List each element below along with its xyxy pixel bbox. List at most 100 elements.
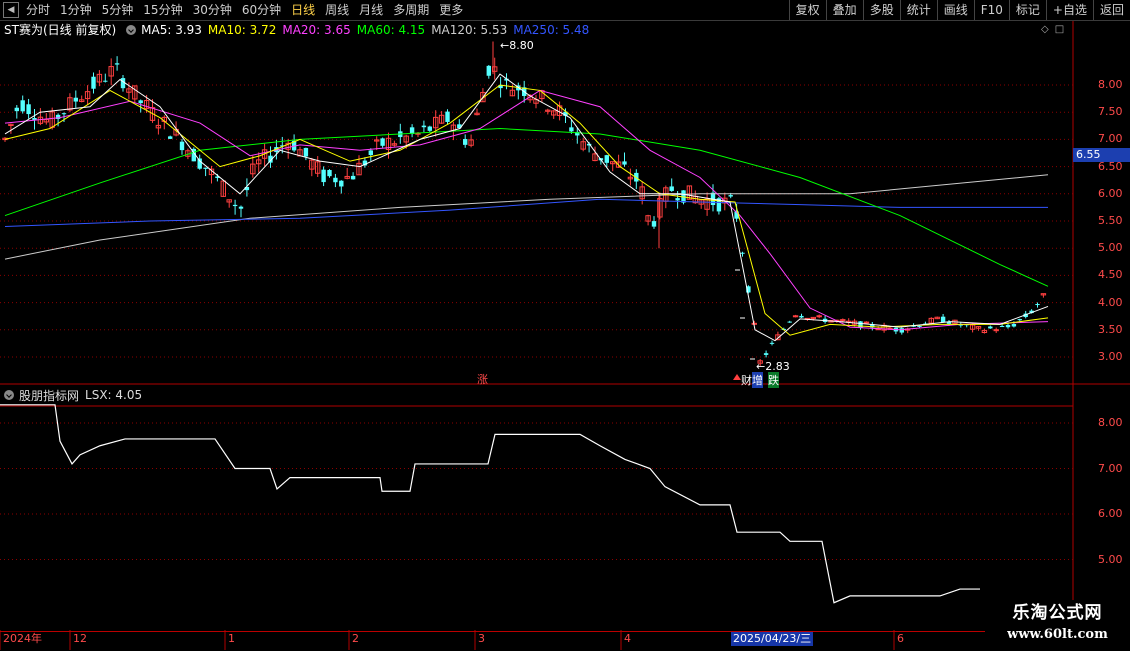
- candle-body-down: [14, 107, 19, 112]
- ma-legend-item-4: MA120: 5.53: [431, 23, 508, 37]
- candle-body-down: [669, 186, 674, 191]
- candle-body-down: [138, 100, 143, 104]
- current-date-label: 2025/04/23/三: [731, 632, 814, 646]
- candle-body-down: [321, 169, 326, 183]
- price-axis-label: 3.00: [1098, 350, 1123, 363]
- candle-body-down: [168, 136, 173, 139]
- candle-body-down: [999, 326, 1005, 328]
- candle-body-down: [421, 125, 427, 128]
- price-axis-label: 4.50: [1098, 268, 1123, 282]
- price-axis-label: 5.00: [1098, 241, 1123, 255]
- candle-body-down: [899, 328, 904, 333]
- candle-body-up: [816, 315, 822, 318]
- chart-tools: ◇ □: [1041, 24, 1070, 35]
- candle-body-down: [463, 139, 468, 145]
- candle-body-down: [1035, 304, 1040, 306]
- candle-body-down: [988, 326, 993, 329]
- main-legend: ST赛为(日线 前复权) MA5: 3.93 MA10: 3.72 MA20: 3.…: [0, 22, 601, 38]
- watermark-url: www.60lt.com: [1007, 627, 1108, 642]
- candle-body-down: [940, 316, 946, 323]
- candle-body-down: [327, 169, 332, 177]
- ma-legend-item-1: MA10: 3.72: [207, 23, 277, 37]
- candle-body-down: [769, 342, 775, 344]
- indicator-menu-icon[interactable]: [126, 25, 137, 35]
- high-price-label: ←8.80: [500, 39, 534, 52]
- price-axis-label: 6.00: [1098, 186, 1123, 200]
- price-axis-label: 7.00: [1098, 132, 1123, 146]
- candle-body-down: [763, 353, 769, 355]
- price-axis-label: 3.50: [1098, 322, 1123, 336]
- sub-axis-label: 7.00: [1098, 461, 1123, 475]
- cai-marker: 财: [741, 374, 752, 387]
- candle-body-down: [651, 221, 657, 227]
- candle-body-down: [203, 167, 208, 169]
- price-axis-label: 6.50: [1098, 159, 1123, 173]
- sub-indicator-menu-icon[interactable]: [4, 390, 14, 400]
- price-axis-label: 5.50: [1098, 214, 1123, 227]
- sub-axis-label: 8.00: [1098, 416, 1123, 429]
- sub-indicator-name: 股朋指标网: [19, 388, 80, 403]
- ma-legend-item-3: MA60: 4.15: [356, 23, 426, 37]
- candle-body-down: [740, 252, 745, 254]
- candle-body-down: [1017, 319, 1022, 321]
- candle-body-up: [863, 321, 870, 324]
- candle-body-down: [1005, 324, 1011, 328]
- sub-indicator-value: LSX: 4.05: [85, 388, 143, 402]
- date-label: 12: [73, 632, 87, 645]
- date-label: 3: [478, 632, 485, 645]
- candle-body-down: [179, 141, 185, 151]
- candle-body-down: [917, 325, 922, 327]
- candle-body-down: [622, 161, 627, 165]
- square-icon[interactable]: □: [1055, 24, 1064, 35]
- candle-body-down: [675, 198, 680, 201]
- zhang-marker: 涨: [477, 373, 488, 386]
- sub-legend: 股朋指标网 LSX: 4.05: [0, 387, 142, 403]
- candle-body-down: [238, 206, 244, 209]
- candle-body-down: [91, 76, 96, 89]
- watermark-title: 乐淘公式网: [1012, 603, 1103, 623]
- candle-body-down: [368, 150, 373, 156]
- candle-body-down: [61, 113, 67, 115]
- candle-body-down: [787, 321, 792, 323]
- date-label: 2024年: [3, 632, 42, 645]
- ma-legend: MA5: 3.93 MA10: 3.72 MA20: 3.65 MA60: 4.15 M…: [141, 22, 595, 38]
- date-label: 6: [897, 632, 904, 645]
- diamond-icon[interactable]: ◇: [1041, 24, 1049, 35]
- up-arrow-icon: [733, 374, 741, 380]
- date-label: 1: [228, 632, 235, 645]
- sub-axis-label: 5.00: [1098, 552, 1123, 566]
- price-axis-label: 7.50: [1098, 105, 1123, 119]
- watermark-logo: 乐淘公式网 www.60lt.com: [985, 600, 1130, 650]
- candle-body-down: [103, 80, 108, 82]
- candle-body-down: [486, 65, 491, 76]
- candle-body-down: [232, 204, 238, 207]
- candle-body-down: [20, 100, 25, 112]
- candle-body-down: [73, 97, 78, 102]
- sub-axis-label: 6.00: [1098, 507, 1123, 520]
- candle-body-down: [799, 315, 804, 318]
- candle-body-down: [333, 177, 338, 183]
- candle-body-down: [380, 138, 385, 146]
- ma-legend-item-2: MA20: 3.65: [282, 23, 351, 37]
- lsx-line: [0, 404, 980, 604]
- stock-title: ST赛为(日线 前复权): [4, 23, 117, 37]
- zeng-marker: 增: [752, 372, 763, 388]
- candle-body-down: [445, 111, 450, 122]
- date-label: 4: [624, 632, 631, 645]
- ma20-line: [4, 89, 1049, 331]
- ma-legend-item-0: MA5: 3.93: [141, 23, 202, 37]
- candle-body-down: [339, 180, 344, 187]
- ma120-line: [4, 174, 1049, 260]
- candle-body-up: [792, 315, 799, 318]
- candle-body-down: [728, 195, 733, 197]
- candle-body-down: [858, 321, 863, 328]
- kline-chart: [0, 21, 1130, 650]
- die-marker: 跌: [768, 372, 779, 388]
- price-axis-label: 8.00: [1098, 78, 1123, 91]
- candle-body-down: [1011, 323, 1017, 327]
- candle-body-down: [604, 155, 609, 163]
- ma10-line: [4, 84, 1049, 336]
- candle-body-down: [350, 175, 356, 180]
- candle-body-down: [114, 63, 120, 65]
- candle-body-down: [427, 126, 432, 131]
